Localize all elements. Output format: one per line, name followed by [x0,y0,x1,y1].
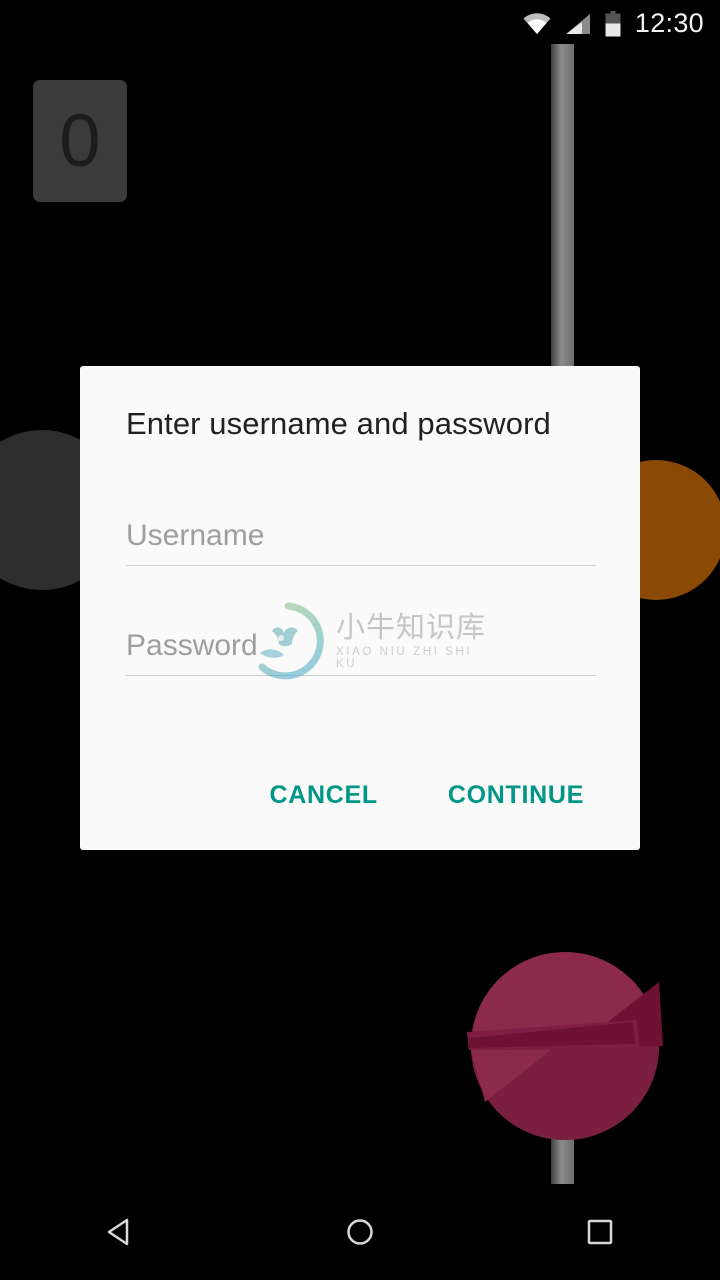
back-triangle-icon [107,1218,129,1246]
battery-icon [605,11,621,37]
dialog-title: Enter username and password [126,406,551,441]
status-clock: 12:30 [634,7,704,38]
nav-recents-button[interactable] [480,1184,720,1280]
nav-back-button[interactable] [0,1184,240,1280]
nav-home-button[interactable] [240,1184,480,1280]
continue-button[interactable]: CONTINUE [432,769,600,822]
zero-tile-label: 0 [59,99,101,182]
password-field-row [126,616,596,676]
recents-square-icon [587,1219,613,1245]
username-input[interactable] [126,506,596,565]
lollipop-candy-icon [467,952,663,1140]
phone-screen: 0 12:30 Enter username and password User… [0,0,720,1280]
wifi-icon [523,13,551,34]
cellular-signal-icon [565,14,590,34]
status-bar: 12:30 [0,0,720,48]
zero-tile: 0 [33,80,127,202]
lollipop-stick-upper [551,44,574,374]
cancel-button[interactable]: CANCEL [253,769,393,822]
username-field-row [126,506,596,566]
dialog-action-bar: CANCEL CONTINUE [80,769,640,822]
auth-dialog: Enter username and password CANCEL CONTI… [80,366,640,850]
password-input[interactable] [126,616,596,675]
navigation-bar [0,1184,720,1280]
home-circle-icon [347,1219,373,1245]
